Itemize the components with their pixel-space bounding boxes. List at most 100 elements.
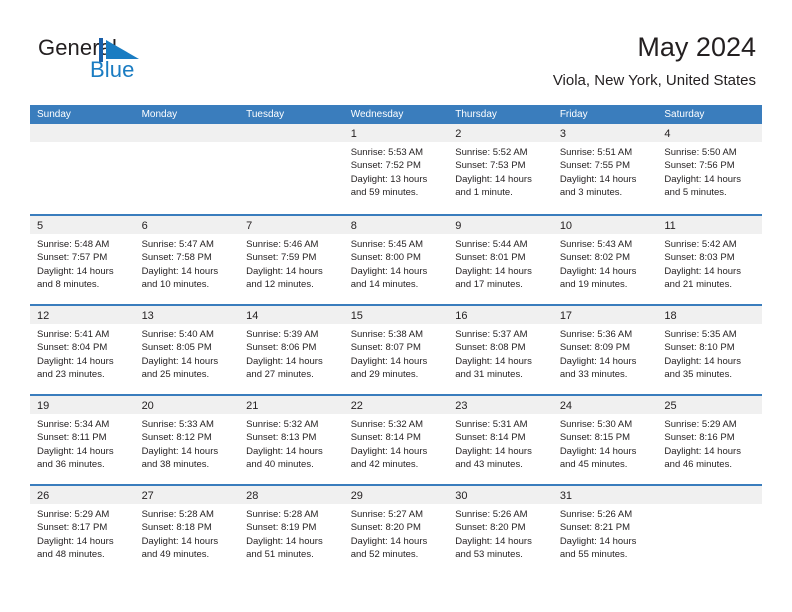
calendar-day-cell[interactable]: 15 Sunrise: 5:38 AM Sunset: 8:07 PM Dayligh… <box>343 306 449 394</box>
day-details: Sunrise: 5:34 AM Sunset: 8:11 PM Daylight:… <box>30 414 135 471</box>
sunrise-text: Sunrise: 5:38 AM <box>350 329 424 340</box>
sunrise-text: Sunrise: 5:34 AM <box>37 419 110 430</box>
day-details: Sunrise: 5:27 AM Sunset: 8:20 PM Daylight:… <box>344 504 449 561</box>
calendar-day-cell[interactable]: 11 Sunrise: 5:42 AM Sunset: 8:03 PM Dayligh… <box>657 216 762 304</box>
daylight-text-line2: and 14 minutes. <box>350 278 419 290</box>
daylight-text-line1: Daylight: 14 hours <box>455 355 532 367</box>
daylight-text-line1: Daylight: 14 hours <box>37 355 114 367</box>
calendar-day-cell[interactable]: 24 Sunrise: 5:30 AM Sunset: 8:15 PM Dayligh… <box>552 396 658 484</box>
calendar-day-cell[interactable]: 31 Sunrise: 5:26 AM Sunset: 8:21 PM Dayligh… <box>552 486 658 574</box>
calendar-day-cell[interactable]: 7 Sunrise: 5:46 AM Sunset: 7:59 PM Daylight… <box>239 216 344 304</box>
calendar-day-cell[interactable]: 13 Sunrise: 5:40 AM Sunset: 8:05 PM Dayligh… <box>134 306 240 394</box>
daylight-text-line2: and 1 minute. <box>455 186 513 198</box>
sunset-text: Sunset: 8:06 PM <box>246 342 317 354</box>
calendar-day-cell[interactable]: 16 Sunrise: 5:37 AM Sunset: 8:08 PM Dayligh… <box>448 306 553 394</box>
weekday-header-sunday: Sunday <box>37 109 71 120</box>
day-details: Sunrise: 5:28 AM Sunset: 8:18 PM Daylight:… <box>135 504 240 561</box>
day-number: 20 <box>141 400 154 412</box>
calendar-day-cell[interactable]: 30 Sunrise: 5:26 AM Sunset: 8:20 PM Dayligh… <box>448 486 553 574</box>
calendar-week-row: 12 Sunrise: 5:41 AM Sunset: 8:04 PM Dayligh… <box>30 304 762 394</box>
sunrise-text: Sunrise: 5:26 AM <box>559 509 633 520</box>
calendar-day-cell[interactable]: 26 Sunrise: 5:29 AM Sunset: 8:17 PM Dayligh… <box>30 486 135 574</box>
day-number-strip: 7 <box>239 216 344 234</box>
sunrise-text: Sunrise: 5:44 AM <box>455 239 528 250</box>
brand-logo[interactable]: General Blue <box>38 35 238 87</box>
sunset-text: Sunset: 8:12 PM <box>141 432 212 444</box>
sunrise-text: Sunrise: 5:46 AM <box>246 239 319 250</box>
day-number-strip: 27 <box>134 486 240 504</box>
day-number-strip: 16 <box>448 306 553 324</box>
daylight-text-line1: Daylight: 14 hours <box>37 535 114 547</box>
calendar-day-cell[interactable]: 17 Sunrise: 5:36 AM Sunset: 8:09 PM Dayligh… <box>552 306 658 394</box>
day-number-strip: 1 <box>343 124 449 142</box>
calendar-day-cell[interactable]: 18 Sunrise: 5:35 AM Sunset: 8:10 PM Dayligh… <box>657 306 762 394</box>
calendar-table: Sunday Monday Tuesday Wednesday Thursday… <box>30 105 762 574</box>
sunrise-text: Sunrise: 5:28 AM <box>246 509 319 520</box>
calendar-day-cell-empty <box>657 486 762 574</box>
day-number-strip: 20 <box>134 396 240 414</box>
calendar-day-cell[interactable]: 22 Sunrise: 5:32 AM Sunset: 8:14 PM Dayligh… <box>343 396 449 484</box>
calendar-day-cell[interactable]: 23 Sunrise: 5:31 AM Sunset: 8:14 PM Dayligh… <box>448 396 553 484</box>
day-number-strip: 15 <box>343 306 449 324</box>
daylight-text-line2: and 21 minutes. <box>664 278 732 290</box>
sunset-text: Sunset: 8:01 PM <box>455 252 526 264</box>
sunrise-text: Sunrise: 5:45 AM <box>350 239 424 250</box>
day-number: 5 <box>37 220 44 232</box>
daylight-text-line1: Daylight: 14 hours <box>141 355 219 367</box>
calendar-day-cell[interactable]: 21 Sunrise: 5:32 AM Sunset: 8:13 PM Dayligh… <box>239 396 344 484</box>
day-number-strip: 9 <box>448 216 553 234</box>
day-number-strip: 13 <box>134 306 240 324</box>
day-number: 13 <box>141 310 154 322</box>
calendar-day-cell[interactable]: 5 Sunrise: 5:48 AM Sunset: 7:57 PM Daylight… <box>30 216 135 304</box>
calendar-day-cell[interactable]: 3 Sunrise: 5:51 AM Sunset: 7:55 PM Daylight… <box>552 124 658 212</box>
calendar-day-cell[interactable]: 19 Sunrise: 5:34 AM Sunset: 8:11 PM Dayligh… <box>30 396 135 484</box>
brand-name-blue: Blue <box>90 57 135 82</box>
calendar-day-cell[interactable]: 20 Sunrise: 5:33 AM Sunset: 8:12 PM Dayligh… <box>134 396 240 484</box>
daylight-text-line1: Daylight: 14 hours <box>37 265 114 277</box>
day-details: Sunrise: 5:35 AM Sunset: 8:10 PM Daylight:… <box>657 324 762 381</box>
calendar-day-cell[interactable]: 27 Sunrise: 5:28 AM Sunset: 8:18 PM Dayligh… <box>134 486 240 574</box>
calendar-day-cell-empty <box>239 124 344 212</box>
calendar-page: General Blue May 2024 Viola, New York, U… <box>0 0 792 612</box>
weekday-header-thursday: Thursday <box>455 109 497 120</box>
daylight-text-line2: and 48 minutes. <box>37 548 105 560</box>
calendar-day-cell[interactable]: 14 Sunrise: 5:39 AM Sunset: 8:06 PM Dayligh… <box>239 306 344 394</box>
day-details: Sunrise: 5:46 AM Sunset: 7:59 PM Daylight:… <box>239 234 344 291</box>
sunrise-text: Sunrise: 5:27 AM <box>350 509 424 520</box>
day-number-strip: 30 <box>448 486 553 504</box>
day-number: 19 <box>37 400 50 412</box>
calendar-day-cell[interactable]: 12 Sunrise: 5:41 AM Sunset: 8:04 PM Dayligh… <box>30 306 135 394</box>
calendar-day-cell[interactable]: 8 Sunrise: 5:45 AM Sunset: 8:00 PM Daylight… <box>343 216 449 304</box>
calendar-week-row: 1 Sunrise: 5:53 AM Sunset: 7:52 PM Daylight… <box>30 124 762 214</box>
sunrise-text: Sunrise: 5:31 AM <box>455 419 528 430</box>
daylight-text-line2: and 59 minutes. <box>350 186 419 198</box>
calendar-day-cell[interactable]: 4 Sunrise: 5:50 AM Sunset: 7:56 PM Daylight… <box>657 124 762 212</box>
daylight-text-line2: and 42 minutes. <box>350 458 419 470</box>
calendar-day-cell[interactable]: 28 Sunrise: 5:28 AM Sunset: 8:19 PM Dayligh… <box>239 486 344 574</box>
day-number-strip <box>134 124 240 142</box>
calendar-day-cell[interactable]: 10 Sunrise: 5:43 AM Sunset: 8:02 PM Dayligh… <box>552 216 658 304</box>
calendar-day-cell[interactable]: 25 Sunrise: 5:29 AM Sunset: 8:16 PM Dayligh… <box>657 396 762 484</box>
daylight-text-line1: Daylight: 14 hours <box>455 173 532 185</box>
weekday-header-saturday: Saturday <box>664 109 705 120</box>
daylight-text-line2: and 5 minutes. <box>664 186 727 198</box>
calendar-day-cell[interactable]: 29 Sunrise: 5:27 AM Sunset: 8:20 PM Dayligh… <box>343 486 449 574</box>
sunset-text: Sunset: 8:05 PM <box>141 342 212 354</box>
calendar-day-cell[interactable]: 2 Sunrise: 5:52 AM Sunset: 7:53 PM Daylight… <box>448 124 553 212</box>
day-number: 11 <box>664 220 676 232</box>
calendar-day-cell[interactable]: 9 Sunrise: 5:44 AM Sunset: 8:01 PM Daylight… <box>448 216 553 304</box>
day-details: Sunrise: 5:30 AM Sunset: 8:15 PM Daylight:… <box>553 414 658 471</box>
sunrise-text: Sunrise: 5:39 AM <box>246 329 319 340</box>
sunset-text: Sunset: 8:11 PM <box>37 432 107 444</box>
sunset-text: Sunset: 7:58 PM <box>141 252 212 264</box>
daylight-text-line2: and 43 minutes. <box>455 458 523 470</box>
day-number-strip: 22 <box>343 396 449 414</box>
calendar-week-row: 19 Sunrise: 5:34 AM Sunset: 8:11 PM Dayligh… <box>30 394 762 484</box>
day-number: 28 <box>246 490 259 502</box>
calendar-day-cell[interactable]: 1 Sunrise: 5:53 AM Sunset: 7:52 PM Daylight… <box>343 124 449 212</box>
calendar-day-cell[interactable]: 6 Sunrise: 5:47 AM Sunset: 7:58 PM Daylight… <box>134 216 240 304</box>
day-number-strip <box>657 486 762 504</box>
weekday-header-wednesday: Wednesday <box>350 109 404 120</box>
sunrise-text: Sunrise: 5:29 AM <box>37 509 110 520</box>
day-number: 12 <box>37 310 50 322</box>
